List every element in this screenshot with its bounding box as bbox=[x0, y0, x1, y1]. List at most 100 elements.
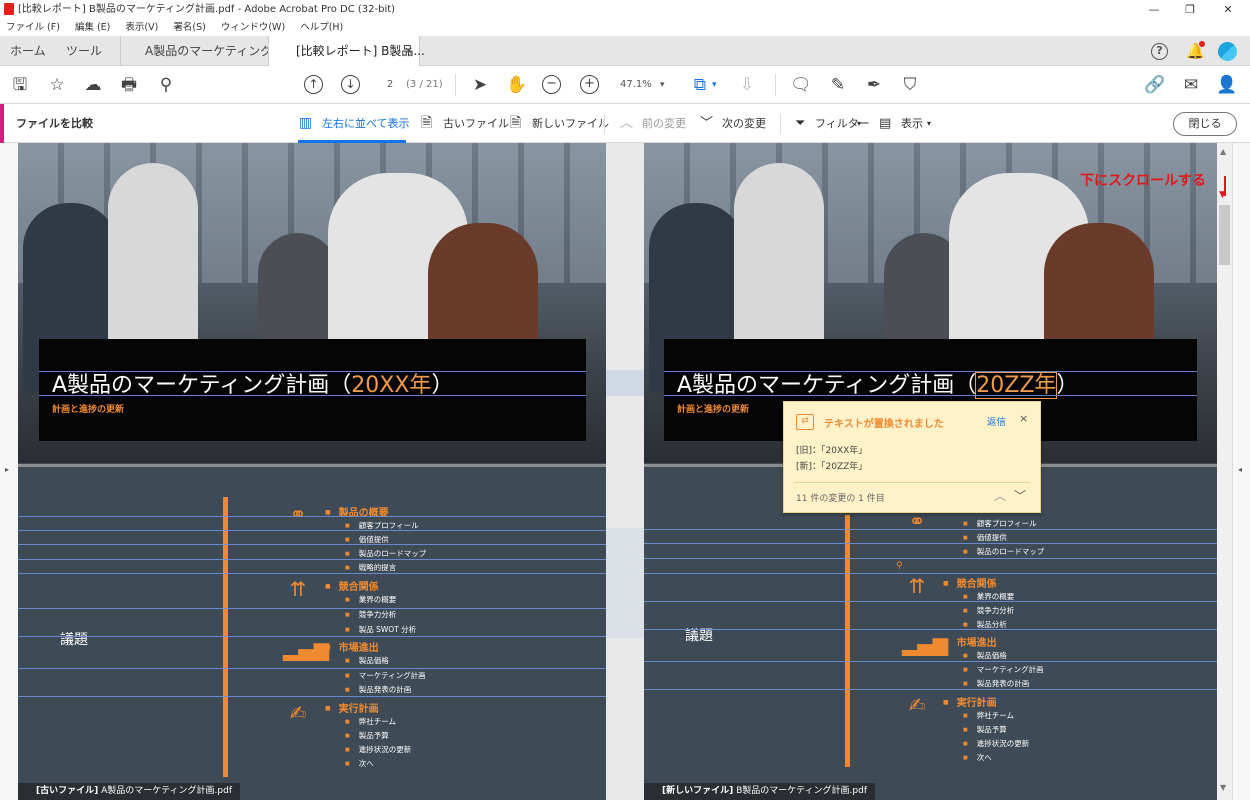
chevron-up-icon[interactable]: ︿ bbox=[620, 104, 633, 143]
avatar[interactable] bbox=[1218, 42, 1237, 61]
fill-sign-icon[interactable]: ✒ bbox=[864, 75, 884, 95]
section-title: 実行計画 bbox=[943, 694, 997, 709]
next-page-icon[interactable]: ↓ bbox=[341, 75, 360, 94]
side-by-side-button[interactable]: 左右に並べて表示 bbox=[322, 104, 410, 143]
menu-window[interactable]: ウィンドウ(W) bbox=[221, 22, 285, 33]
checklist-icon: ✍ bbox=[908, 693, 926, 717]
list-item: 次へ bbox=[345, 758, 374, 769]
help-icon[interactable]: ? bbox=[1151, 43, 1168, 60]
popup-prev-icon[interactable]: ︿ bbox=[994, 487, 1006, 504]
comment-icon[interactable]: 🗨 bbox=[790, 75, 812, 95]
upload-cloud-icon[interactable]: ☁ bbox=[83, 75, 103, 95]
view-icon[interactable]: ▤ bbox=[879, 104, 891, 143]
menu-help[interactable]: ヘルプ(H) bbox=[300, 22, 343, 33]
right-expand-icon[interactable]: ◂ bbox=[1238, 465, 1242, 474]
star-icon[interactable]: ☆ bbox=[47, 75, 67, 95]
change-highlight bbox=[18, 516, 606, 517]
view-button[interactable]: 表示 bbox=[901, 104, 923, 143]
menu-view[interactable]: 表示(V) bbox=[125, 22, 158, 33]
scroll-down-icon[interactable]: ▼ bbox=[1220, 783, 1226, 792]
side-by-side-icon[interactable]: ▥ bbox=[299, 104, 312, 143]
page-number-input[interactable]: 2 bbox=[378, 77, 402, 93]
list-item: 製品予算 bbox=[963, 724, 1007, 735]
change-highlight bbox=[644, 573, 1217, 574]
left-panel-toggle[interactable]: ▸ bbox=[0, 143, 18, 800]
next-change-button[interactable]: 次の変更 bbox=[722, 104, 766, 143]
page-display-icon[interactable]: ⧉ bbox=[690, 75, 710, 95]
reply-link[interactable]: 返信 bbox=[987, 414, 1006, 428]
compare-accent bbox=[0, 104, 4, 143]
close-compare-button[interactable]: 閉じる bbox=[1173, 112, 1237, 136]
window-title: [比較レポート] B製品のマーケティング計画.pdf - Adobe Acrob… bbox=[18, 4, 396, 15]
hand-tool-icon[interactable]: ✋ bbox=[506, 75, 527, 95]
tab-close-icon[interactable]: × bbox=[404, 36, 413, 66]
zoom-level[interactable]: 47.1% bbox=[620, 77, 652, 93]
change-counter: 11 件の変更の 1 件目 bbox=[796, 494, 885, 504]
change-highlight bbox=[644, 558, 1217, 559]
new-file-button[interactable]: 新しいファイル bbox=[532, 104, 609, 143]
popup-divider bbox=[794, 482, 1030, 483]
highlight-pen-icon[interactable]: ✎ bbox=[828, 75, 848, 95]
add-user-icon[interactable]: 👤 bbox=[1216, 75, 1237, 95]
tab-doc-a[interactable]: A製品のマーケティング... bbox=[145, 36, 284, 66]
tab-home[interactable]: ホーム bbox=[10, 36, 46, 66]
menu-edit[interactable]: 編集 (E) bbox=[75, 22, 110, 33]
select-cursor-icon[interactable]: ➤ bbox=[470, 75, 490, 95]
close-window-icon[interactable]: ✕ bbox=[1210, 0, 1246, 19]
scroll-thumb[interactable] bbox=[1219, 205, 1230, 265]
list-item: 製品のロードマップ bbox=[345, 548, 427, 559]
change-marker-icon[interactable]: ⚲ bbox=[896, 561, 903, 571]
filter-dropdown-icon[interactable]: ▾ bbox=[857, 104, 861, 143]
tab-tools[interactable]: ツール bbox=[66, 36, 102, 66]
popup-close-icon[interactable]: × bbox=[1019, 412, 1028, 425]
view-dropdown-icon[interactable]: ▾ bbox=[927, 104, 931, 143]
prev-page-icon[interactable]: ↑ bbox=[304, 75, 323, 94]
change-highlight bbox=[644, 543, 1217, 544]
chevron-down-icon[interactable]: ﹀ bbox=[700, 104, 713, 143]
list-item: 競争力分析 bbox=[963, 605, 1015, 616]
change-highlight bbox=[39, 395, 586, 396]
filter-icon[interactable]: ⏷ bbox=[795, 104, 805, 143]
section-title: 競合関係 bbox=[325, 578, 379, 593]
save-icon[interactable]: 🖫 bbox=[10, 75, 30, 95]
list-item: 戦略的提言 bbox=[345, 562, 397, 573]
zoom-out-icon[interactable]: − bbox=[542, 75, 561, 94]
vertical-scrollbar[interactable]: ▲ ▼ bbox=[1217, 143, 1232, 800]
agenda-bar bbox=[845, 515, 850, 767]
minimize-icon[interactable]: — bbox=[1136, 0, 1172, 19]
stamp-icon[interactable]: ⛉ bbox=[900, 75, 920, 95]
maximize-icon[interactable]: ❐ bbox=[1172, 0, 1208, 19]
right-panel-toggle[interactable]: ◂ bbox=[1232, 143, 1250, 800]
notification-dot bbox=[1199, 41, 1205, 47]
prev-change-button[interactable]: 前の変更 bbox=[642, 104, 686, 143]
print-icon[interactable]: 🖶 bbox=[119, 75, 139, 95]
change-popup[interactable]: ⇄ テキストが置換されました 返信 × [旧]：「20XX年」 [新]：「20Z… bbox=[783, 401, 1041, 513]
tab-bar: ホーム ツール A製品のマーケティング... [比較レポート] B製品... ×… bbox=[0, 36, 1250, 67]
new-file-icon[interactable]: 🗎 bbox=[510, 104, 521, 143]
zoom-in-icon[interactable]: + bbox=[580, 75, 599, 94]
share-link-icon[interactable]: 🔗 bbox=[1144, 75, 1165, 95]
section-title: 実行計画 bbox=[325, 700, 379, 715]
zoom-dropdown-icon[interactable]: ▾ bbox=[660, 77, 665, 93]
section-title: 市場進出 bbox=[943, 634, 997, 649]
list-item: 次へ bbox=[963, 752, 992, 763]
acrobat-icon bbox=[4, 3, 14, 15]
change-connector bbox=[606, 370, 644, 396]
growth-arrows-icon: ⇈ bbox=[289, 577, 307, 601]
toolbar-divider bbox=[455, 74, 456, 96]
scroll-up-icon[interactable]: ▲ bbox=[1220, 147, 1226, 156]
zoom-search-icon[interactable]: ⚲ bbox=[156, 75, 176, 95]
popup-next-icon[interactable]: ﹀ bbox=[1014, 487, 1026, 504]
left-expand-icon[interactable]: ▸ bbox=[5, 465, 9, 474]
old-file-button[interactable]: 古いファイル bbox=[443, 104, 509, 143]
email-icon[interactable]: ✉ bbox=[1181, 75, 1201, 95]
change-highlight bbox=[18, 608, 606, 609]
old-file-caption: [古いファイル] A製品のマーケティング計画.pdf bbox=[18, 783, 240, 800]
menu-sign[interactable]: 署名(S) bbox=[173, 22, 205, 33]
page-display-dropdown-icon[interactable]: ▾ bbox=[712, 77, 717, 93]
old-file-icon[interactable]: 🗎 bbox=[421, 104, 432, 143]
menu-file[interactable]: ファイル (F) bbox=[6, 22, 60, 33]
scroll-mode-icon[interactable]: ⇩ bbox=[737, 75, 757, 95]
agenda-label: 議題 bbox=[685, 628, 713, 644]
filter-button[interactable]: フィルター bbox=[815, 104, 870, 143]
